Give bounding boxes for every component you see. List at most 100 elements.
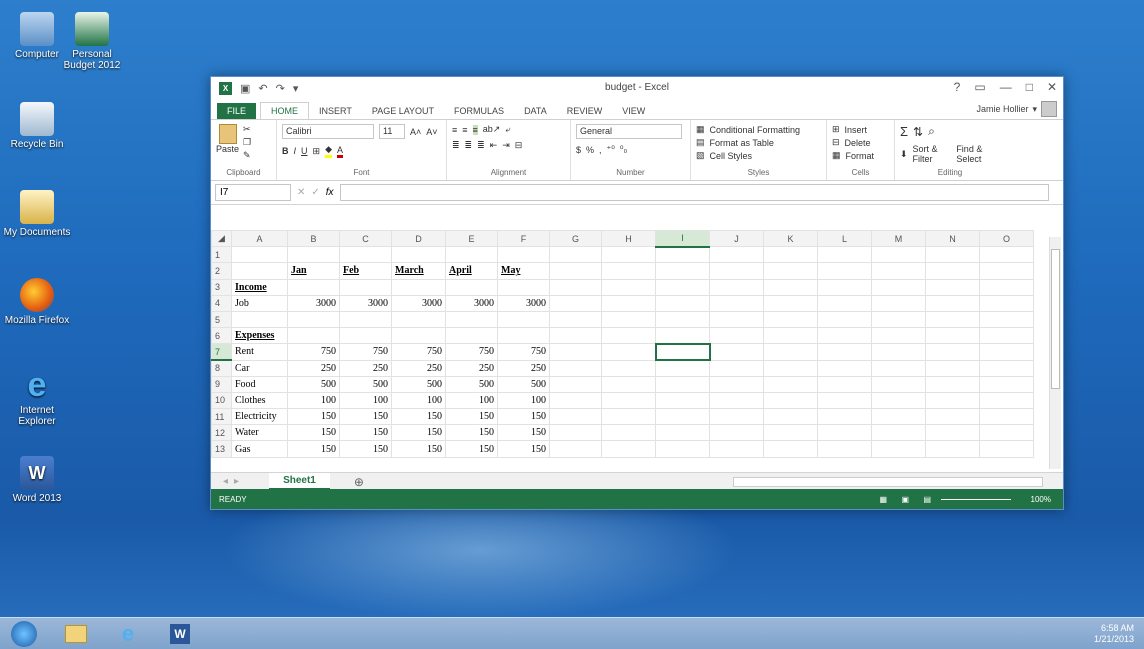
- italic-button[interactable]: I: [294, 146, 297, 156]
- cell[interactable]: [391, 246, 446, 264]
- column-header[interactable]: A: [231, 230, 288, 248]
- cell[interactable]: [979, 310, 1034, 329]
- row-header[interactable]: 13: [211, 440, 232, 458]
- cell[interactable]: [497, 327, 550, 345]
- cell[interactable]: 150: [391, 424, 446, 442]
- cell[interactable]: [871, 375, 926, 393]
- save-icon[interactable]: ▣: [240, 82, 250, 95]
- cell[interactable]: [709, 294, 764, 312]
- cell[interactable]: [445, 278, 498, 296]
- underline-button[interactable]: U: [301, 146, 308, 156]
- cell[interactable]: [549, 343, 602, 361]
- number-format-select[interactable]: General: [576, 124, 682, 139]
- cell[interactable]: [445, 327, 498, 345]
- cell[interactable]: [871, 278, 926, 296]
- cell[interactable]: [979, 391, 1034, 410]
- cell[interactable]: [925, 359, 980, 377]
- cell[interactable]: 150: [339, 440, 392, 458]
- page-break-view-icon[interactable]: ▤: [923, 495, 931, 504]
- cell[interactable]: [979, 294, 1034, 312]
- cell[interactable]: [979, 343, 1034, 361]
- cell[interactable]: [655, 327, 710, 345]
- row-header[interactable]: 9: [211, 375, 232, 393]
- horizontal-scrollbar[interactable]: [733, 477, 1043, 487]
- cell[interactable]: 750: [391, 343, 446, 361]
- grow-font-icon[interactable]: A˄: [410, 127, 421, 137]
- cell[interactable]: 3000: [339, 294, 392, 312]
- column-header[interactable]: N: [925, 230, 980, 248]
- cell[interactable]: [925, 278, 980, 296]
- cell[interactable]: [391, 327, 446, 345]
- cell[interactable]: [601, 440, 656, 458]
- cell[interactable]: 150: [287, 408, 340, 426]
- cell[interactable]: [817, 391, 872, 410]
- cell[interactable]: Income: [231, 278, 288, 296]
- help-button[interactable]: ?: [954, 80, 961, 94]
- cell[interactable]: [391, 310, 446, 329]
- column-header[interactable]: C: [339, 230, 392, 248]
- cell[interactable]: [601, 359, 656, 377]
- cell[interactable]: [763, 278, 818, 296]
- cell[interactable]: [497, 246, 550, 264]
- format-as-table-button[interactable]: Format as Table: [710, 138, 774, 148]
- cell[interactable]: [549, 408, 602, 426]
- cell[interactable]: 100: [339, 391, 392, 410]
- taskbar-word[interactable]: W: [162, 621, 198, 647]
- tab-file[interactable]: FILE: [217, 103, 257, 119]
- cell[interactable]: [549, 440, 602, 458]
- cell[interactable]: April: [445, 262, 498, 280]
- borders-icon[interactable]: ⊞: [313, 146, 321, 157]
- percent-button[interactable]: %: [586, 145, 594, 155]
- merge-center-icon[interactable]: ⊟: [515, 140, 523, 151]
- tab-page-layout[interactable]: PAGE LAYOUT: [362, 103, 444, 119]
- cell[interactable]: [601, 310, 656, 329]
- decrease-decimal-icon[interactable]: ⁰₀: [620, 144, 627, 155]
- cell[interactable]: 3000: [287, 294, 340, 312]
- cell[interactable]: [549, 278, 602, 296]
- paste-button[interactable]: Paste: [216, 124, 239, 161]
- cell[interactable]: [391, 278, 446, 296]
- taskbar-ie[interactable]: e: [110, 621, 146, 647]
- cell[interactable]: [871, 262, 926, 280]
- cell[interactable]: Water: [231, 424, 288, 442]
- cell[interactable]: [763, 294, 818, 312]
- cell[interactable]: [979, 440, 1034, 458]
- cell[interactable]: [655, 424, 710, 442]
- increase-decimal-icon[interactable]: ⁺⁰: [607, 144, 615, 155]
- cell[interactable]: [339, 327, 392, 345]
- cell[interactable]: [817, 440, 872, 458]
- cell[interactable]: [655, 440, 710, 458]
- format-painter-icon[interactable]: ✎: [243, 150, 251, 161]
- worksheet-grid[interactable]: ◢ A B C D E F G H I J K L M N O 1 2 Jan Feb March April May 3 I…: [211, 230, 1051, 472]
- cell[interactable]: [925, 408, 980, 426]
- cell[interactable]: [763, 391, 818, 410]
- worksheet-table[interactable]: ◢ A B C D E F G H I J K L M N O 1 2 Jan Feb March April May 3 I…: [211, 230, 1034, 458]
- cell[interactable]: [655, 262, 710, 280]
- redo-icon[interactable]: ↷: [276, 82, 285, 95]
- cell[interactable]: [549, 262, 602, 280]
- cell[interactable]: [601, 246, 656, 264]
- cell[interactable]: Electricity: [231, 408, 288, 426]
- scroll-sheets-right-icon[interactable]: ▸: [234, 476, 239, 487]
- cell[interactable]: [339, 278, 392, 296]
- cell[interactable]: [871, 424, 926, 442]
- tab-review[interactable]: REVIEW: [557, 103, 613, 119]
- cell[interactable]: [817, 327, 872, 345]
- cell[interactable]: March: [391, 262, 446, 280]
- column-header[interactable]: J: [709, 230, 764, 248]
- column-header[interactable]: G: [549, 230, 602, 248]
- cell[interactable]: Job: [231, 294, 288, 312]
- cell[interactable]: [817, 375, 872, 393]
- cell[interactable]: [817, 294, 872, 312]
- cell[interactable]: [339, 246, 392, 264]
- cell[interactable]: [817, 359, 872, 377]
- cell[interactable]: [925, 391, 980, 410]
- undo-icon[interactable]: ↶: [258, 82, 267, 95]
- cell[interactable]: 100: [391, 391, 446, 410]
- close-button[interactable]: ✕: [1047, 80, 1057, 94]
- enter-icon[interactable]: ✓: [311, 187, 319, 198]
- cell[interactable]: [549, 391, 602, 410]
- desktop-icon-documents[interactable]: My Documents: [2, 190, 72, 238]
- cell[interactable]: [655, 408, 710, 426]
- tab-data[interactable]: DATA: [514, 103, 557, 119]
